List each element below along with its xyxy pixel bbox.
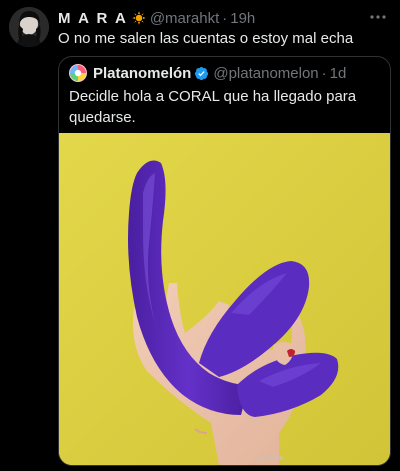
quoted-tweet[interactable]: Platanomelón @platanomelon · 1d Decidle … [58,56,391,466]
quoted-tweet-media[interactable] [59,133,390,465]
more-options-icon[interactable] [368,8,388,26]
quoted-author-name[interactable]: Platanomelón [93,65,191,82]
avatar-image [9,7,49,47]
separator-dot: · [222,9,228,27]
product-photo [59,133,390,465]
quoted-tweet-text: Decidle hola a CORAL que ha llegado para… [69,88,357,126]
author-name[interactable]: M A R A [58,10,128,27]
quoted-separator-dot: · [321,64,327,82]
quoted-tweet-header: Platanomelón @platanomelon · 1d [69,64,382,82]
tweet-text: O no me salen las cuentas o estoy mal ec… [58,30,354,47]
tweet-header: M A R A @marahkt · 19h [58,9,370,27]
verified-badge-icon [194,66,209,81]
author-handle[interactable]: @marahkt [150,10,219,27]
quoted-timestamp[interactable]: 1d [330,65,347,82]
avatar[interactable] [9,7,49,47]
timestamp[interactable]: 19h [230,10,255,27]
quoted-author-avatar[interactable] [69,64,87,82]
quoted-author-handle[interactable]: @platanomelon [213,65,318,82]
sun-emoji-icon [132,11,146,25]
tweet[interactable]: M A R A @marahkt · 19h O no me salen las… [0,0,400,471]
